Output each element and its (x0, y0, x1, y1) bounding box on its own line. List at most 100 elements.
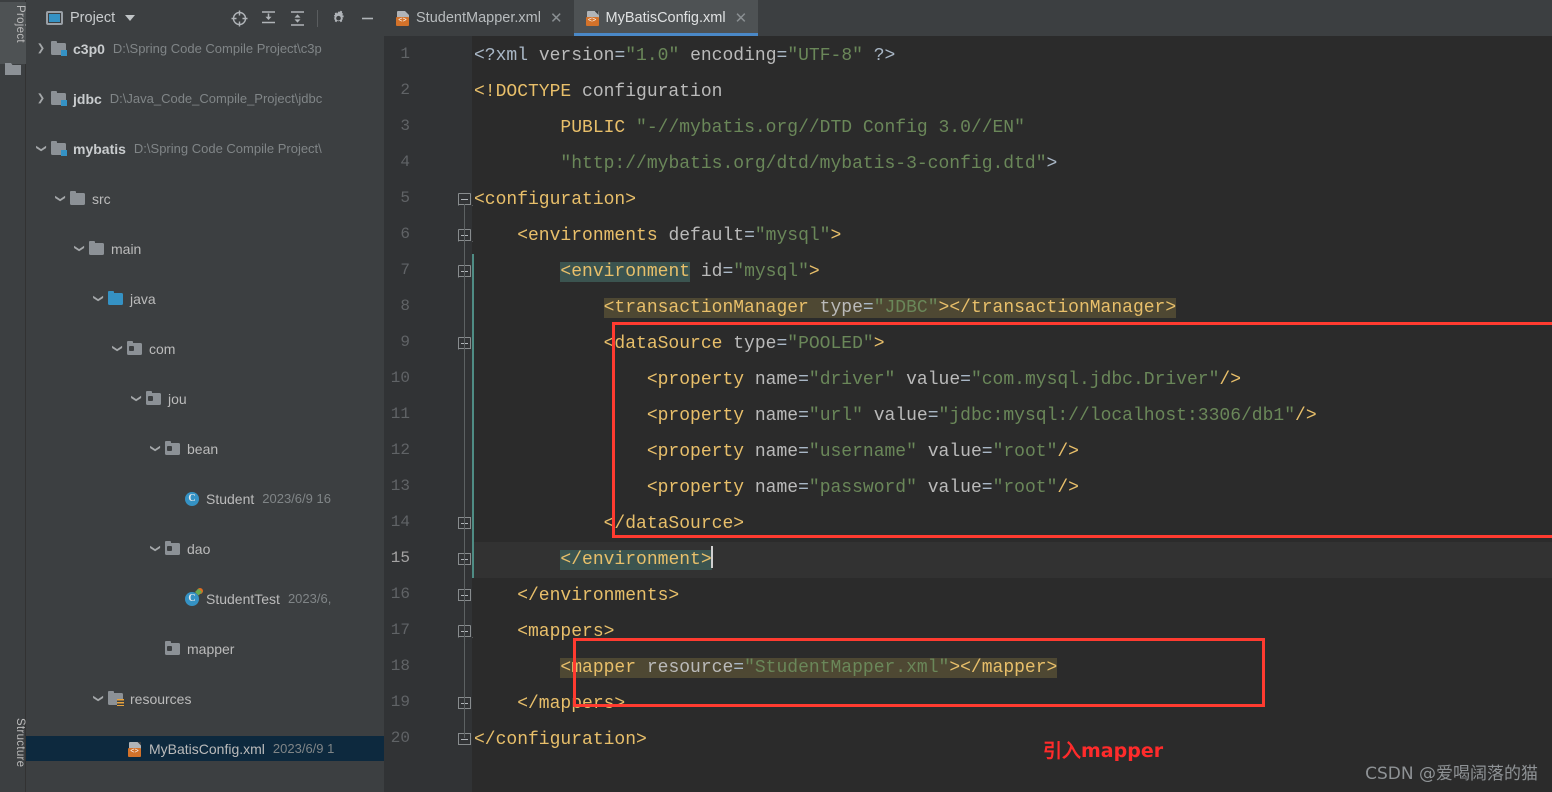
code-token: name (754, 406, 799, 426)
code-line[interactable]: <environments default="mysql"> (474, 218, 841, 254)
tree-node-studentmapper-xml[interactable]: <>StudentMapper.xml2023/6/9 (26, 786, 384, 792)
expand-all-icon[interactable] (255, 5, 281, 31)
line-number: 1 (400, 45, 410, 63)
chevron-down-icon[interactable] (89, 293, 107, 304)
tree-node-com[interactable]: com (26, 336, 384, 361)
code-token: <dataSource (474, 334, 734, 354)
code-text[interactable]: <?xml version="1.0" encoding="UTF-8" ?> <… (474, 36, 1552, 792)
code-line[interactable]: <!DOCTYPE configuration (474, 74, 722, 110)
code-token: = (798, 442, 809, 462)
tree-node-dao[interactable]: dao (26, 536, 384, 561)
gear-icon[interactable] (325, 5, 351, 31)
project-view-selector[interactable]: Project (32, 10, 136, 26)
tree-node-c3p0[interactable]: c3p0 D:\Spring Code Compile Project\c3p (26, 36, 384, 61)
code-line[interactable]: <property name="username" value="root"/> (474, 434, 1079, 470)
editor-tab-bar[interactable]: <> StudentMapper.xml ✕ <> MyBatisConfig.xml ✕ (384, 0, 1552, 36)
locate-icon[interactable] (226, 5, 252, 31)
package-folder-icon (164, 640, 182, 657)
plain-folder-icon (88, 240, 106, 257)
collapse-all-icon[interactable] (284, 5, 310, 31)
chevron-down-icon[interactable] (51, 193, 69, 204)
tree-node-jou[interactable]: jou (26, 386, 384, 411)
code-token: "password" (808, 478, 917, 498)
code-line[interactable]: </mappers> (474, 686, 625, 722)
code-token: = (722, 262, 734, 282)
project-tree[interactable]: c3p0 D:\Spring Code Compile Project\c3p jd… (26, 36, 384, 792)
chevron-down-icon[interactable] (89, 693, 107, 704)
editor-gutter[interactable]: 1 2 3 4 5 6 7 8 9 10 11 12 13 14 15 16 17 18 19 20 (384, 36, 472, 792)
toolstrip-tab-project[interactable]: Project (0, 2, 26, 64)
chevron-down-icon[interactable] (146, 443, 164, 454)
tree-node-src[interactable]: src (26, 186, 384, 211)
xml-file-icon: <> (126, 741, 144, 757)
chevron-down-icon[interactable] (32, 143, 50, 154)
left-toolstrip: Project Structure (0, 0, 26, 792)
code-line[interactable]: <property name="driver" value="com.mysql… (474, 362, 1241, 398)
matched-tag-highlight: </environment> (560, 550, 712, 570)
editor-area: <> StudentMapper.xml ✕ <> MyBatisConfig.xml ✕… (384, 0, 1552, 792)
code-token: </environments> (474, 586, 680, 606)
chevron-down-icon[interactable] (108, 343, 126, 354)
tree-node-main[interactable]: main (26, 236, 384, 261)
code-line[interactable]: </environment> (474, 542, 713, 578)
code-token: "url" (808, 406, 863, 426)
package-folder-icon (126, 340, 144, 357)
module-folder-icon (50, 40, 68, 57)
highlighted-code: ></mapper> (949, 658, 1058, 678)
editor-tab-studentmapper-xml[interactable]: <> StudentMapper.xml ✕ (384, 0, 574, 36)
line-number: 18 (390, 657, 410, 675)
close-icon[interactable]: ✕ (735, 9, 748, 27)
tree-node-label: MyBatisConfig.xml (149, 740, 265, 757)
tree-node-mybatisconfig-xml[interactable]: <> MyBatisConfig.xml 2023/6/9 1 (26, 736, 384, 761)
code-token: /> (1295, 406, 1317, 426)
tree-node-mybatis[interactable]: mybatis D:\Spring Code Compile Project\ (26, 136, 384, 161)
tree-node-label: com (149, 340, 176, 357)
code-line[interactable]: <property name="password" value="root"/> (474, 470, 1079, 506)
code-line[interactable]: <mapper resource="StudentMapper.xml"></m… (474, 650, 1058, 686)
tree-node-mapper[interactable]: mapper (26, 636, 384, 661)
code-token: "http://mybatis.org/dtd/mybatis-3-config… (560, 154, 1047, 174)
tree-node-label: mapper (187, 640, 235, 657)
idea-window: Project Structure Project ❯ c3p0 D:\Spri… (0, 0, 1552, 792)
code-area[interactable]: 1 2 3 4 5 6 7 8 9 10 11 12 13 14 15 16 17 18 19 20 <?xml ve… (384, 36, 1552, 792)
chevron-down-icon[interactable] (70, 243, 88, 254)
code-token: version (538, 46, 615, 66)
tree-node-label: dao (187, 540, 211, 557)
minimize-icon[interactable] (354, 5, 380, 31)
project-tool-window: Project ❯ c3p0 D:\Spring Code Compile Pr… (26, 0, 384, 792)
code-line[interactable]: <environment id="mysql"> (474, 254, 820, 290)
code-line[interactable]: <?xml version="1.0" encoding="UTF-8" ?> (474, 38, 895, 74)
tree-node-student[interactable]: C Student 2023/6/9 16 (26, 486, 384, 511)
tree-node-resources[interactable]: resources (26, 686, 384, 711)
code-token: "UTF-8" (787, 46, 863, 66)
tree-node-jdbc[interactable]: jdbc D:\Java_Code_Compile_Project\jdbc (26, 86, 384, 111)
tree-node-java[interactable]: java (26, 286, 384, 311)
code-line[interactable]: </environments> (474, 578, 679, 614)
code-line[interactable]: <configuration> (474, 182, 636, 218)
code-line[interactable]: PUBLIC "-//mybatis.org//DTD Config 3.0//… (474, 110, 1025, 146)
chevron-right-icon[interactable] (32, 93, 50, 104)
code-line[interactable]: "http://mybatis.org/dtd/mybatis-3-config… (474, 146, 1057, 182)
chevron-down-icon[interactable] (146, 543, 164, 554)
code-token: <property (474, 406, 755, 426)
tree-node-studenttest[interactable]: C StudentTest 2023/6, (26, 586, 384, 611)
code-token: name (754, 370, 799, 390)
chevron-down-icon[interactable] (125, 15, 136, 21)
code-line[interactable]: <transactionManager type="JDBC"></transa… (474, 290, 1177, 326)
chevron-down-icon[interactable] (127, 393, 145, 404)
code-line[interactable]: <mappers> (474, 614, 614, 650)
toolstrip-tab-structure-label: Structure (14, 718, 26, 768)
line-number: 6 (400, 225, 410, 243)
editor-tab-mybatisconfig-xml[interactable]: <> MyBatisConfig.xml ✕ (573, 0, 759, 36)
toolstrip-tab-structure[interactable]: Structure (0, 718, 26, 788)
tree-node-bean[interactable]: bean (26, 436, 384, 461)
code-line[interactable]: </configuration> (474, 722, 647, 758)
tree-node-label: jdbc (73, 90, 102, 107)
code-line[interactable]: </dataSource> (474, 506, 744, 542)
code-line[interactable]: <dataSource type="POOLED"> (474, 326, 885, 362)
chevron-right-icon[interactable] (32, 43, 50, 54)
close-icon[interactable]: ✕ (550, 9, 563, 27)
code-line[interactable]: <property name="url" value="jdbc:mysql:/… (474, 398, 1317, 434)
project-panel-toolbar (226, 0, 380, 36)
